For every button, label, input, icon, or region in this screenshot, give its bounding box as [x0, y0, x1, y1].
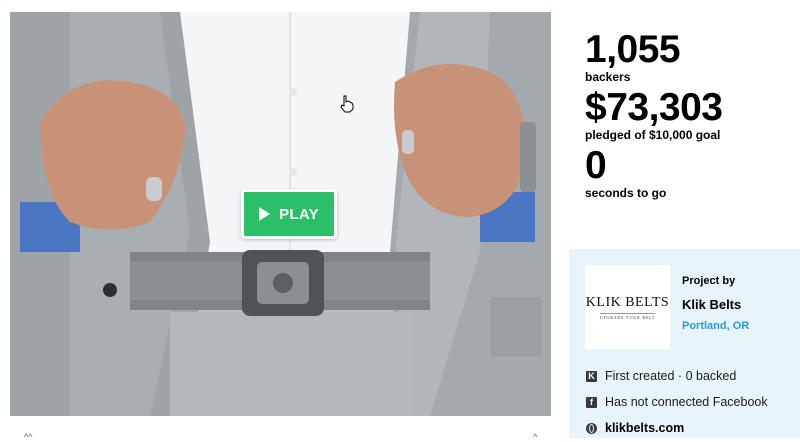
creator-logo[interactable]: KLIK BELTS UPGRADE YOUR BELT: [585, 265, 670, 349]
video-scroll-mark-left: ^^: [24, 432, 33, 442]
pledged-amount: $73,303: [585, 86, 723, 129]
pledged-stat: $73,303 pledged of $10,000 goal: [585, 86, 795, 143]
project-stats: 1,055 backers $73,303 pledged of $10,000…: [585, 30, 795, 204]
creator-logo-text: KLIK BELTS: [585, 294, 670, 310]
website-link[interactable]: klikbelts.com: [605, 421, 684, 435]
play-button[interactable]: PLAY: [241, 189, 337, 239]
first-created-text: First created · 0 backed: [605, 369, 737, 383]
backers-count: 1,055: [585, 28, 681, 71]
facebook-text: Has not connected Facebook: [605, 395, 768, 409]
facebook-icon: f: [586, 396, 597, 408]
time-label: seconds to go: [585, 186, 667, 200]
project-video[interactable]: PLAY: [10, 12, 551, 416]
play-icon: [259, 207, 271, 221]
facebook-row: f Has not connected Facebook: [586, 395, 768, 409]
time-stat: 0 seconds to go: [585, 144, 795, 201]
creator-logo-tagline: UPGRADE YOUR BELT: [599, 312, 656, 320]
website-row: klikbelts.com: [586, 421, 684, 435]
video-scroll-mark-right: ^: [533, 432, 538, 442]
globe-icon: [586, 422, 597, 434]
project-by-label: Project by: [682, 275, 736, 287]
pledged-label: pledged of $10,000 goal: [585, 128, 721, 142]
time-count: 0: [585, 144, 607, 187]
creator-name-link[interactable]: Klik Belts: [682, 297, 741, 312]
backers-stat: 1,055 backers: [585, 28, 795, 85]
backers-label: backers: [585, 70, 631, 84]
first-created-row: K First created · 0 backed: [586, 369, 736, 383]
creator-location-link[interactable]: Portland, OR: [682, 320, 749, 332]
creator-panel: KLIK BELTS UPGRADE YOUR BELT Project by …: [569, 249, 800, 438]
kickstarter-icon: K: [586, 370, 597, 382]
hand-cursor-icon: [339, 95, 355, 118]
play-button-label: PLAY: [279, 205, 319, 223]
